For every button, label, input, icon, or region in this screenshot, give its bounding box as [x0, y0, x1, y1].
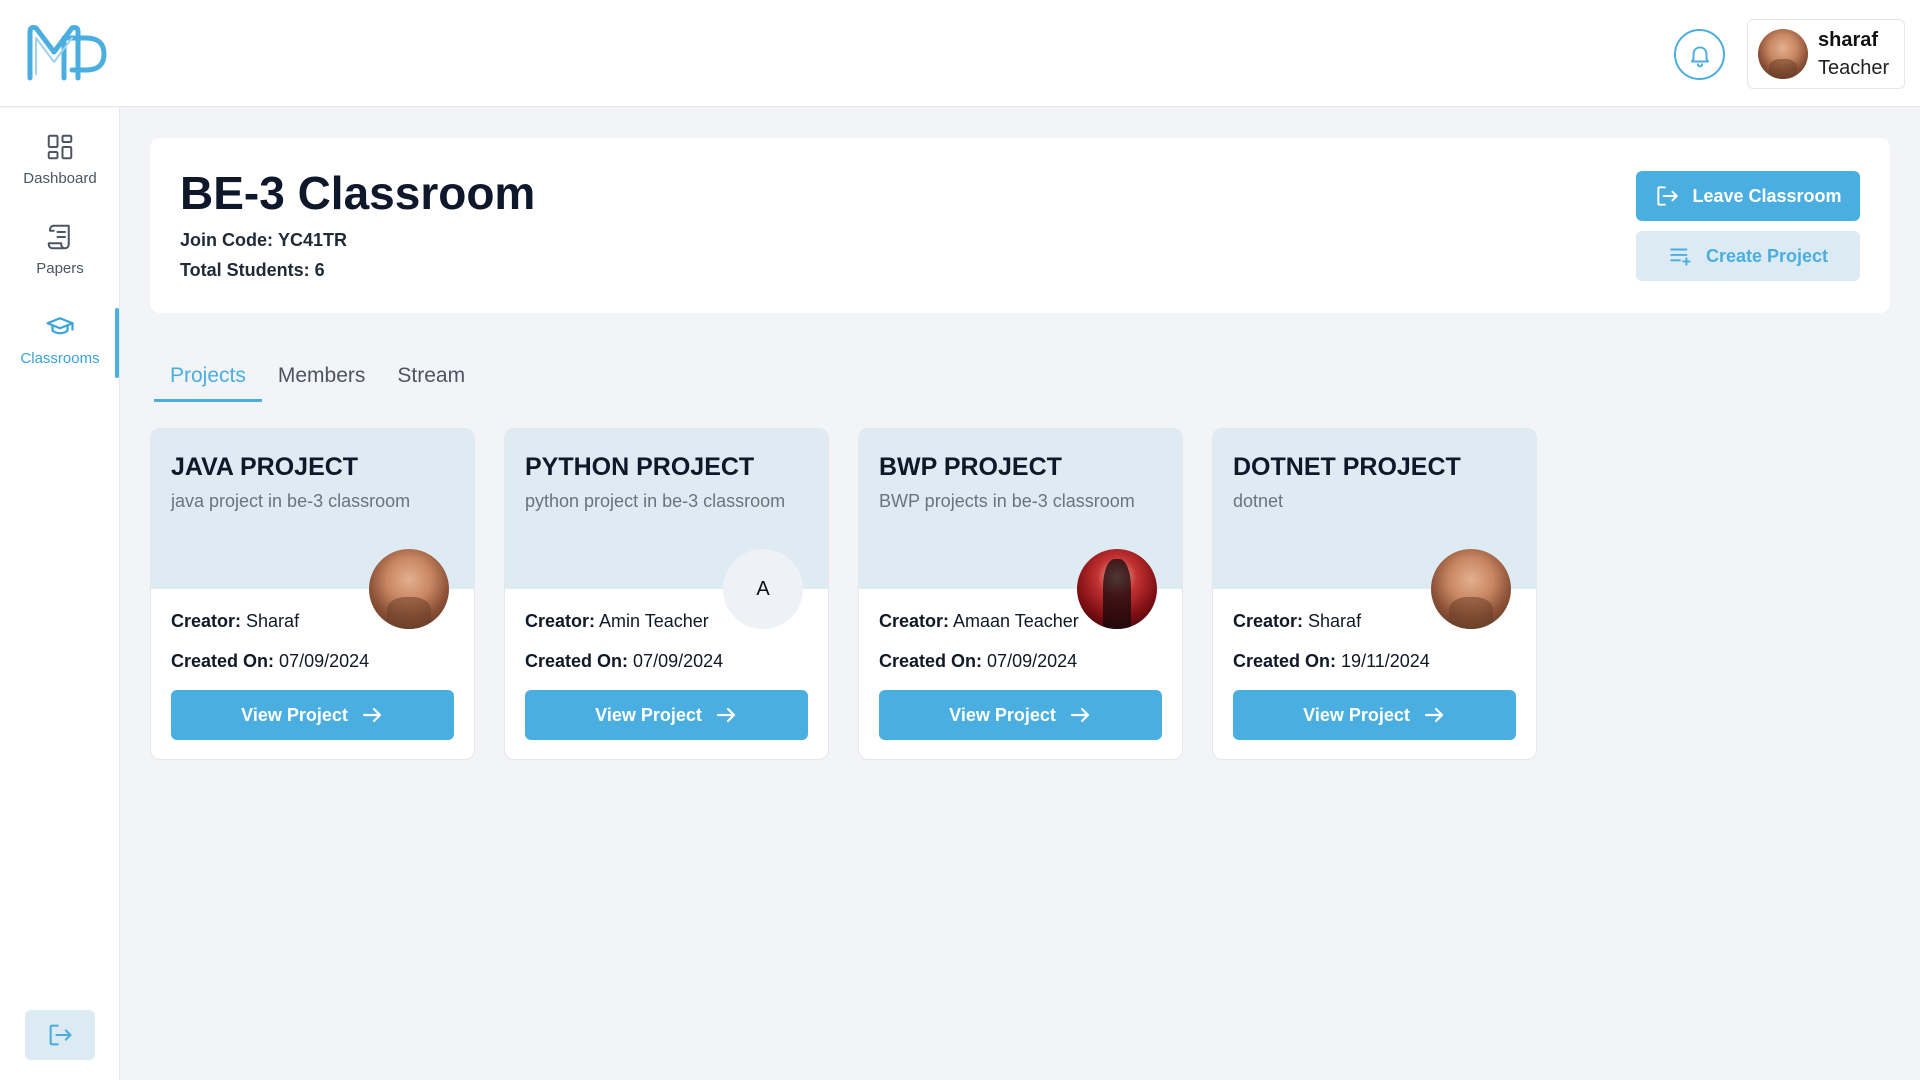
project-description: BWP projects in be-3 classroom [879, 491, 1135, 511]
sidebar-item-label: Dashboard [23, 170, 97, 187]
arrow-right-icon [1424, 707, 1443, 723]
view-project-button[interactable]: View Project [879, 690, 1162, 740]
project-title: JAVA PROJECT [171, 453, 359, 481]
tab-stream[interactable]: Stream [381, 354, 481, 402]
list-add-icon [1670, 248, 1691, 266]
view-project-label: View Project [595, 704, 702, 725]
arrow-right-icon [716, 707, 735, 723]
creator-label: Creator: [525, 611, 596, 631]
view-project-button[interactable]: View Project [525, 690, 808, 740]
creator-label: Creator: [879, 611, 950, 631]
creator-name: Sharaf [246, 611, 300, 631]
join-code-label: Join Code: [180, 230, 273, 250]
classroom-tabs: Projects Members Stream [154, 354, 481, 402]
scroll-icon [47, 224, 70, 250]
created-on-label: Created On: [1233, 651, 1337, 671]
project-title: DOTNET PROJECT [1233, 453, 1461, 481]
project-creator: Creator: Sharaf [171, 611, 299, 632]
project-created-on: Created On: 19/11/2024 [1233, 651, 1430, 672]
project-creator: Creator: Amin Teacher [525, 611, 709, 632]
notifications-button[interactable] [1674, 29, 1725, 80]
creator-name: Amaan Teacher [953, 611, 1079, 631]
creator-name: Sharaf [1308, 611, 1362, 631]
logout-icon [49, 1024, 72, 1046]
sidebar-item-dashboard[interactable]: Dashboard [0, 132, 120, 212]
creator-avatar [1077, 549, 1157, 629]
creator-label: Creator: [171, 611, 242, 631]
created-on-label: Created On: [879, 651, 983, 671]
creator-avatar: A [723, 549, 803, 629]
project-title: PYTHON PROJECT [525, 453, 755, 481]
created-on-label: Created On: [171, 651, 275, 671]
user-profile-button[interactable]: sharaf Teacher [1747, 19, 1905, 89]
project-created-on: Created On: 07/09/2024 [171, 651, 369, 672]
project-description: dotnet [1233, 491, 1284, 511]
total-students: Total Students: 6 [180, 260, 325, 281]
total-students-label: Total Students: [180, 260, 310, 280]
sidebar-item-classrooms[interactable]: Classrooms [0, 312, 120, 392]
project-creator: Creator: Amaan Teacher [879, 611, 1079, 632]
create-project-button[interactable]: Create Project [1636, 231, 1860, 281]
leave-classroom-button[interactable]: Leave Classroom [1636, 171, 1860, 221]
user-avatar [1758, 29, 1808, 79]
arrow-right-icon [1070, 707, 1089, 723]
grid-icon [47, 134, 73, 160]
creator-label: Creator: [1233, 611, 1304, 631]
graduation-cap-icon [46, 317, 74, 335]
view-project-button[interactable]: View Project [1233, 690, 1516, 740]
join-code-value: YC41TR [278, 230, 348, 250]
sidebar: Dashboard Papers Classrooms [0, 108, 120, 1080]
creator-avatar [1431, 549, 1511, 629]
created-on-date: 07/09/2024 [633, 651, 724, 671]
created-on-label: Created On: [525, 651, 629, 671]
bell-icon [1690, 45, 1709, 67]
tab-members[interactable]: Members [262, 354, 382, 402]
logout-button[interactable] [25, 1010, 95, 1060]
classroom-header-card: BE-3 Classroom Join Code: YC41TR Total S… [150, 138, 1890, 313]
sidebar-item-label: Classrooms [20, 350, 100, 367]
view-project-button[interactable]: View Project [171, 690, 454, 740]
project-description: java project in be-3 classroom [171, 491, 411, 511]
project-card-bwp: BWP PROJECT BWP projects in be-3 classro… [858, 428, 1183, 760]
tab-projects[interactable]: Projects [154, 354, 262, 402]
project-creator: Creator: Sharaf [1233, 611, 1361, 632]
join-code: Join Code: YC41TR [180, 230, 347, 251]
view-project-label: View Project [241, 704, 348, 725]
mp-logo[interactable] [24, 22, 110, 84]
creator-name: Amin Teacher [599, 611, 709, 631]
create-project-label: Create Project [1705, 245, 1829, 266]
view-project-label: View Project [949, 704, 1056, 725]
top-bar: sharaf Teacher [0, 0, 1920, 107]
user-role: Teacher [1818, 57, 1890, 79]
exit-icon [1657, 186, 1679, 206]
page-title: BE-3 Classroom [180, 167, 536, 219]
created-on-date: 19/11/2024 [1341, 651, 1430, 671]
active-indicator [115, 308, 119, 378]
view-project-label: View Project [1303, 704, 1410, 725]
project-created-on: Created On: 07/09/2024 [525, 651, 723, 672]
sidebar-item-papers[interactable]: Papers [0, 222, 120, 302]
sidebar-item-label: Papers [36, 260, 84, 277]
project-description: python project in be-3 classroom [525, 491, 786, 511]
project-card-python: PYTHON PROJECT python project in be-3 cl… [504, 428, 829, 760]
project-card-java: JAVA PROJECT java project in be-3 classr… [150, 428, 475, 760]
leave-classroom-label: Leave Classroom [1692, 185, 1842, 206]
created-on-date: 07/09/2024 [279, 651, 370, 671]
project-created-on: Created On: 07/09/2024 [879, 651, 1077, 672]
project-card-dotnet: DOTNET PROJECT dotnet Creator: Sharaf Cr… [1212, 428, 1537, 760]
project-title: BWP PROJECT [879, 453, 1062, 481]
user-name: sharaf [1818, 29, 1879, 51]
creator-avatar [369, 549, 449, 629]
total-students-value: 6 [314, 260, 325, 280]
created-on-date: 07/09/2024 [987, 651, 1078, 671]
arrow-right-icon [362, 707, 381, 723]
